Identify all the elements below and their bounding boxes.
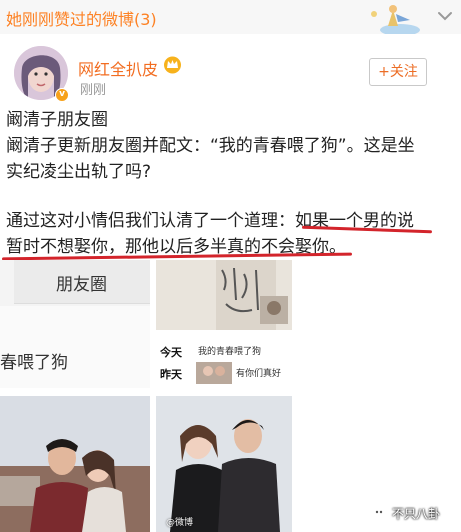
today-label: 今天 — [160, 346, 182, 359]
yesterday-label: 昨天 — [160, 368, 182, 381]
liked-weibo-title: 她刚刚赞过的微博(3) — [6, 10, 157, 29]
wechat-official-account-icon — [372, 506, 386, 520]
yesterday-thumbnail-icon — [196, 362, 232, 384]
moments-screenshot-image[interactable]: 朋友圈 春喂了狗 — [0, 260, 150, 388]
yesterday-post-text: 有你们真好 — [236, 369, 282, 379]
moments-caption: 春喂了狗 — [0, 353, 68, 373]
post-text-line-3: 实纪凌尘出轨了吗? — [6, 162, 152, 182]
author-name[interactable]: 网红全扒皮 — [78, 56, 158, 80]
liked-weibo-header[interactable]: 她刚刚赞过的微博(3) — [0, 0, 461, 34]
follow-button[interactable]: +关注 — [369, 58, 427, 86]
weibo-photo-watermark: @微博 — [166, 518, 194, 528]
post-text-line-2: 阚清子更新朋友圈并配文：“我的青春喂了狗”。这是坐 — [6, 136, 415, 156]
couple-photo-left[interactable] — [0, 396, 150, 532]
account-watermark: 不只八卦 — [392, 507, 441, 521]
vip-crown-icon — [164, 56, 181, 74]
verified-badge-icon: v — [55, 88, 69, 102]
post-time: 刚刚 — [80, 83, 107, 98]
moments-heading: 朋友圈 — [56, 275, 107, 295]
moments-feed-image[interactable]: 今天 我的青春喂了狗 昨天 有你们真好 — [156, 260, 292, 388]
little-prince-illustration-icon — [371, 5, 420, 34]
post-image-grid: 朋友圈 春喂了狗 今天 我的青春喂了狗 昨天 有你们真好 — [0, 256, 461, 532]
chevron-down-icon[interactable] — [435, 6, 455, 26]
post-text-line-1: 阚清子朋友圈 — [6, 110, 108, 130]
couple-photo-right[interactable] — [156, 396, 292, 532]
calligraphy-cover-icon — [156, 260, 292, 330]
today-post-text: 我的青春喂了狗 — [198, 347, 262, 357]
couple-photo-right-icon — [156, 396, 292, 532]
couple-photo-left-icon — [0, 396, 150, 532]
